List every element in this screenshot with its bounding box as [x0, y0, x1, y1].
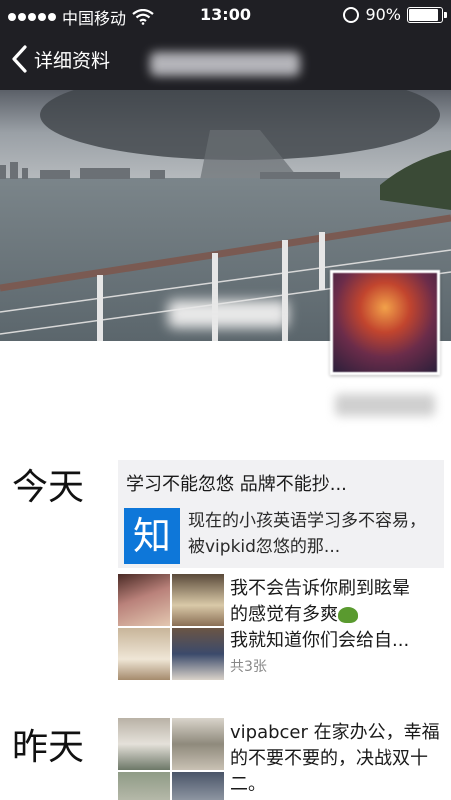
- post-text-line: 我不会告诉你刷到眩晕: [230, 578, 410, 599]
- signature-redacted: [335, 394, 435, 416]
- battery-percent: 90%: [365, 5, 401, 24]
- back-button[interactable]: 详细资料: [10, 44, 110, 74]
- day-label-yesterday: 昨天: [12, 727, 85, 768]
- photo-thumbnail[interactable]: [118, 772, 170, 800]
- status-right: 90%: [343, 5, 447, 24]
- photo-grid[interactable]: [118, 718, 224, 800]
- photo-thumbnail[interactable]: [118, 628, 170, 680]
- nav-title-redacted: [150, 52, 300, 76]
- avatar[interactable]: [330, 270, 440, 375]
- photo-thumbnail[interactable]: [172, 718, 224, 770]
- photo-post-yesterday[interactable]: vipabcer 在家办公，幸福的不要不要的，决战双十二。: [118, 718, 444, 800]
- turtle-emoji-icon: [338, 607, 358, 623]
- photo-grid[interactable]: [118, 574, 224, 680]
- post-text: 我不会告诉你刷到眩晕 的感觉有多爽 我就知道你们会给自...: [230, 576, 446, 654]
- photo-thumbnail[interactable]: [172, 772, 224, 800]
- chevron-left-icon: [12, 45, 27, 73]
- post-text: vipabcer 在家办公，幸福的不要不要的，决战双十二。: [230, 722, 440, 795]
- photo-count: 共3张: [230, 659, 267, 675]
- rotation-lock-icon: [343, 6, 360, 23]
- nav-bar: 详细资料: [0, 30, 451, 90]
- post-text-line: 的感觉有多爽: [230, 602, 446, 628]
- status-bar: 中国移动 13:00 90%: [0, 0, 451, 30]
- photo-thumbnail[interactable]: [172, 628, 224, 680]
- photo-thumbnail[interactable]: [172, 574, 224, 626]
- photo-thumbnail[interactable]: [118, 574, 170, 626]
- photo-post-today[interactable]: 我不会告诉你刷到眩晕 的感觉有多爽 我就知道你们会给自... 共3张: [118, 574, 446, 680]
- shared-article-title: 学习不能忽悠 品牌不能抄...: [126, 474, 347, 495]
- back-label: 详细资料: [34, 49, 111, 72]
- photo-thumbnail[interactable]: [118, 718, 170, 770]
- day-label-today: 今天: [12, 467, 85, 508]
- shared-article-desc: 现在的小孩英语学习多不容易，被vipkid忽悠的那...: [188, 511, 426, 557]
- battery-icon: [407, 6, 447, 23]
- zhihu-logo-icon: 知: [124, 508, 180, 564]
- post-text-line: 我就知道你们会给自...: [230, 630, 410, 651]
- shared-article-card[interactable]: 学习不能忽悠 品牌不能抄... 知 现在的小孩英语学习多不容易，被vipkid忽…: [118, 460, 444, 568]
- battery-fill: [409, 8, 438, 21]
- user-name-redacted: [168, 300, 288, 328]
